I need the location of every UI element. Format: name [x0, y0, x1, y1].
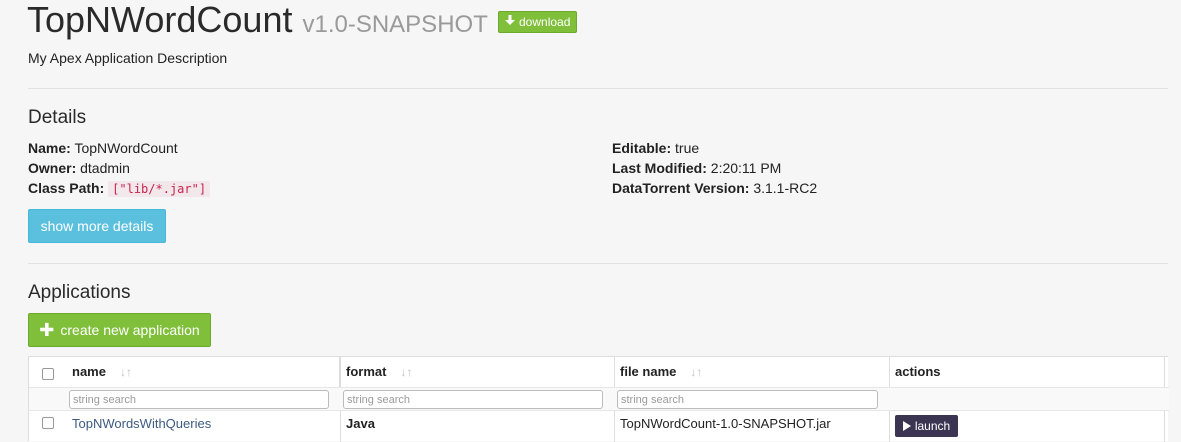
- sort-icon[interactable]: ↓↑: [120, 365, 132, 379]
- detail-dt-version-label: DataTorrent Version:: [612, 180, 750, 196]
- filter-row: [29, 387, 1169, 411]
- detail-name: Name: TopNWordCount: [28, 138, 178, 158]
- download-arrow-icon: [505, 12, 515, 32]
- column-header-format[interactable]: format ↓↑: [346, 357, 614, 387]
- play-icon: [902, 421, 911, 431]
- detail-dt-version-value: 3.1.1-RC2: [753, 180, 818, 196]
- detail-last-modified-value: 2:20:11 PM: [710, 160, 782, 176]
- detail-editable: Editable: true: [612, 138, 699, 158]
- column-header-name-label: name: [72, 364, 106, 379]
- detail-dt-version: DataTorrent Version: 3.1.1-RC2: [612, 178, 817, 198]
- divider: [28, 263, 1168, 264]
- application-file-name: TopNWordCount-1.0-SNAPSHOT.jar: [620, 416, 831, 431]
- column-header-file-name-label: file name: [620, 364, 677, 379]
- detail-editable-value: true: [675, 140, 700, 156]
- row-checkbox[interactable]: [42, 417, 54, 429]
- applications-table: name ↓↑ format ↓↑ file name ↓↑ actions TopN…: [28, 356, 1169, 442]
- detail-name-value: TopNWordCount: [74, 140, 178, 156]
- launch-label: launch: [914, 419, 951, 433]
- detail-owner-label: Owner:: [28, 160, 77, 176]
- details-heading: Details: [28, 107, 87, 128]
- sort-icon[interactable]: ↓↑: [400, 365, 412, 379]
- sort-icon[interactable]: ↓↑: [690, 365, 702, 379]
- format-search-input[interactable]: [343, 390, 603, 409]
- detail-owner-value: dtadmin: [80, 160, 130, 176]
- detail-editable-label: Editable:: [612, 140, 672, 156]
- page-title: TopNWordCount: [27, 0, 293, 40]
- column-header-name[interactable]: name ↓↑: [72, 357, 340, 387]
- column-header-actions-label: actions: [895, 364, 941, 379]
- file-name-search-input[interactable]: [617, 390, 878, 409]
- detail-owner: Owner: dtadmin: [28, 158, 130, 178]
- application-format: Java: [346, 416, 375, 431]
- download-button[interactable]: download: [498, 11, 578, 33]
- version-label: v1.0-SNAPSHOT: [302, 11, 488, 38]
- create-new-application-label: create new application: [60, 322, 200, 338]
- show-more-details-button[interactable]: show more details: [28, 209, 166, 243]
- detail-classpath-label: Class Path:: [28, 180, 105, 196]
- page-header: TopNWordCount v1.0-SNAPSHOT: [27, 0, 488, 40]
- divider: [28, 88, 1168, 89]
- application-name-link[interactable]: TopNWordsWithQueries: [72, 414, 211, 434]
- launch-button[interactable]: launch: [895, 415, 958, 437]
- name-search-input[interactable]: [69, 390, 329, 409]
- detail-name-label: Name:: [28, 140, 71, 156]
- select-all-checkbox[interactable]: [42, 368, 54, 380]
- column-header-actions: actions: [895, 357, 1163, 387]
- column-header-format-label: format: [346, 364, 387, 379]
- plus-icon: ✚: [39, 320, 55, 340]
- download-label: download: [519, 15, 571, 29]
- applications-heading: Applications: [28, 282, 131, 303]
- app-description: My Apex Application Description: [28, 50, 228, 66]
- column-header-file-name[interactable]: file name ↓↑: [620, 357, 888, 387]
- detail-last-modified: Last Modified: 2:20:11 PM: [612, 158, 781, 178]
- detail-classpath: Class Path: ["lib/*.jar"]: [28, 178, 211, 199]
- detail-classpath-value: ["lib/*.jar"]: [108, 181, 211, 197]
- detail-last-modified-label: Last Modified:: [612, 160, 707, 176]
- create-new-application-button[interactable]: ✚ create new application: [28, 313, 211, 347]
